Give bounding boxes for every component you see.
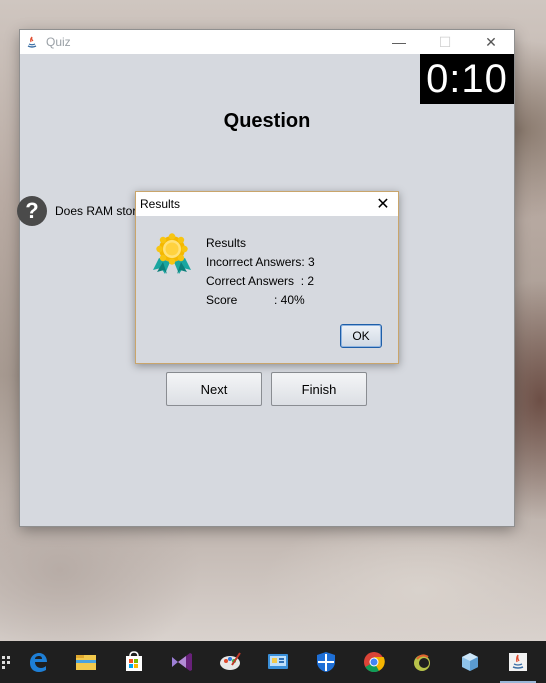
visual-studio-icon[interactable] [158, 641, 206, 683]
score-label: Score [206, 293, 238, 307]
question-mark-icon: ? [17, 196, 47, 226]
correct-answers: Correct Answers : 2 [206, 274, 315, 288]
java-icon[interactable] [494, 641, 542, 683]
maximize-button[interactable]: ☐ [422, 30, 468, 54]
minimize-button[interactable]: — [376, 30, 422, 54]
question-heading: Question [223, 110, 311, 132]
window-controls: — ☐ ✕ [376, 30, 514, 54]
incorrect-answers: Incorrect Answers: 3 [206, 255, 315, 269]
countdown-timer: 0:10 [420, 54, 514, 104]
next-button[interactable]: Next [166, 372, 262, 406]
eclipse-icon[interactable] [398, 641, 446, 683]
score-row: Score : 40% [206, 291, 315, 310]
dialog-titlebar[interactable]: Results ✕ [136, 192, 398, 216]
defender-icon[interactable] [302, 641, 350, 683]
store-icon[interactable] [110, 641, 158, 683]
medal-icon [153, 233, 191, 274]
chrome-icon[interactable] [350, 641, 398, 683]
edge-icon[interactable] [14, 641, 62, 683]
results-dialog: Results ✕ Results Incorrect Answers: 3 C… [135, 191, 399, 364]
control-panel-icon[interactable] [254, 641, 302, 683]
window-title: Quiz [46, 35, 71, 49]
titlebar[interactable]: Quiz — ☐ ✕ [20, 30, 514, 54]
virtualbox-icon[interactable] [446, 641, 494, 683]
score-value: : 40% [274, 293, 305, 307]
results-text: Results Incorrect Answers: 3 Correct Ans… [206, 234, 315, 310]
dialog-title: Results [140, 197, 181, 211]
results-heading: Results [206, 236, 247, 250]
dialog-close-button[interactable]: ✕ [368, 192, 398, 216]
taskbar [0, 641, 546, 683]
task-view-icon[interactable] [0, 641, 14, 683]
paint-icon[interactable] [206, 641, 254, 683]
java-app-icon [24, 34, 40, 50]
file-explorer-icon[interactable] [62, 641, 110, 683]
finish-button[interactable]: Finish [271, 372, 367, 406]
ok-button[interactable]: OK [340, 324, 382, 348]
close-button[interactable]: ✕ [468, 30, 514, 54]
